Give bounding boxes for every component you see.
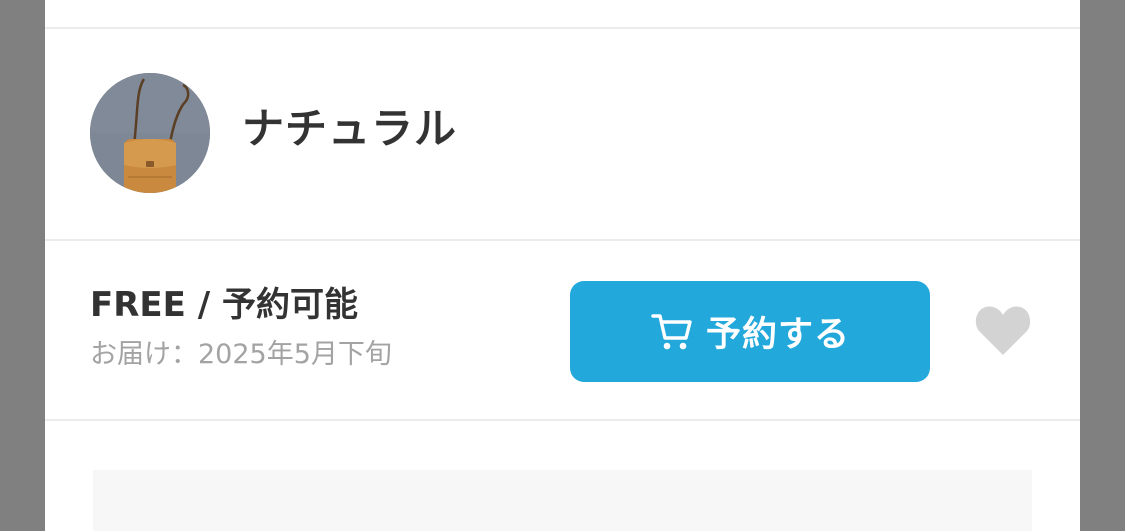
reserve-button-label: 予約する: [705, 315, 850, 355]
variant-name: ナチュラル: [242, 104, 458, 153]
product-sheet: ナチュラル FREE / 予約可能 お届け：2025年5月下旬 予約する: [45, 0, 1080, 531]
delivery-date: お届け：2025年5月下旬: [90, 339, 392, 370]
divider: [45, 27, 1080, 29]
divider: [45, 419, 1080, 421]
reserve-button[interactable]: 予約する: [570, 281, 930, 382]
variant-thumbnail: [90, 73, 210, 193]
cart-icon: [651, 313, 692, 349]
content-placeholder: [93, 470, 1032, 531]
favorite-button[interactable]: [974, 303, 1032, 357]
divider: [45, 239, 1080, 241]
heart-icon: [975, 306, 1031, 355]
price-availability: FREE / 予約可能: [90, 285, 358, 325]
